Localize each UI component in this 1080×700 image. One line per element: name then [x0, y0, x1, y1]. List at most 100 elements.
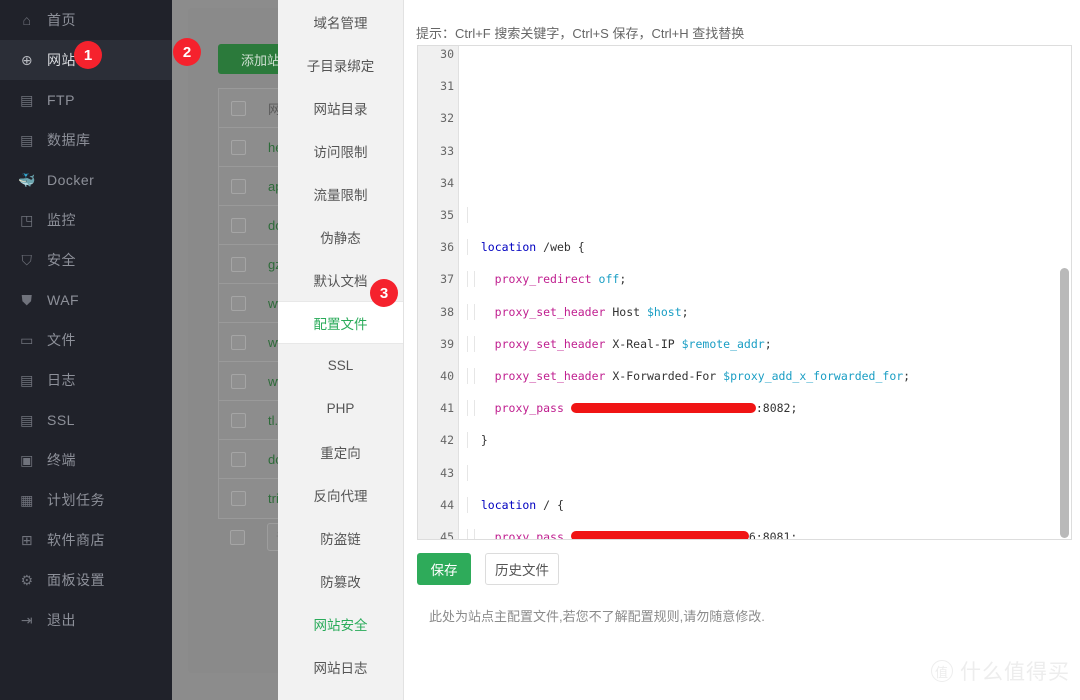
- code-token: off: [599, 272, 620, 286]
- indent-space: [474, 498, 481, 512]
- sidebar-item-9[interactable]: ▤日志: [0, 360, 172, 400]
- submenu-item-3[interactable]: 访问限制: [278, 129, 403, 172]
- indent-guide: [467, 497, 474, 513]
- sidebar-item-label: 文件: [47, 330, 76, 350]
- sidebar-item-15[interactable]: ⇥退出: [0, 600, 172, 640]
- watermark: 值 什么值得买: [931, 656, 1070, 686]
- code-token: proxy_set_header: [495, 337, 613, 351]
- submenu-item-label: 流量限制: [314, 184, 368, 204]
- line-number: 36: [418, 239, 454, 255]
- row-checkbox[interactable]: [231, 140, 246, 155]
- indent-space: [481, 530, 495, 540]
- submenu-item-7[interactable]: 配置文件: [278, 301, 403, 344]
- sidebar-item-label: 首页: [47, 10, 76, 30]
- submenu-item-8[interactable]: SSL: [278, 344, 403, 387]
- editor-vertical-scrollbar[interactable]: [1060, 268, 1069, 538]
- submenu-item-9[interactable]: PHP: [278, 387, 403, 430]
- code-line: 45 proxy_pass 6:8081;: [418, 529, 1071, 540]
- submenu-item-4[interactable]: 流量限制: [278, 172, 403, 215]
- submenu-item-13[interactable]: 防篡改: [278, 559, 403, 602]
- sidebar-item-4[interactable]: 🐳Docker: [0, 160, 172, 200]
- line-content: [467, 465, 481, 481]
- indent-guide: [467, 239, 474, 255]
- editor-action-buttons: 保存 历史文件: [417, 553, 559, 585]
- code-line: 38 proxy_set_header Host $host;: [418, 304, 1071, 320]
- sidebar-item-7[interactable]: ⛊ WAF: [0, 280, 172, 320]
- sidebar-item-14[interactable]: ⚙面板设置: [0, 560, 172, 600]
- code-line: 32: [418, 110, 1071, 126]
- sidebar-item-2[interactable]: ▤FTP: [0, 80, 172, 120]
- submenu-item-15[interactable]: 网站日志: [278, 645, 403, 688]
- sidebar-item-8[interactable]: ▭文件: [0, 320, 172, 360]
- sidebar-item-5[interactable]: ◳监控: [0, 200, 172, 240]
- gear-icon: ⚙: [18, 571, 36, 589]
- indent-guide: [474, 304, 481, 320]
- watermark-logo-icon: 值: [931, 660, 953, 682]
- indent-guide: [474, 400, 481, 416]
- submenu-item-14[interactable]: 网站安全: [278, 602, 403, 645]
- sidebar-item-12[interactable]: ▦计划任务: [0, 480, 172, 520]
- submenu-item-1[interactable]: 子目录绑定: [278, 43, 403, 86]
- config-warning-note: 此处为站点主配置文件,若您不了解配置规则,请勿随意修改.: [429, 606, 765, 625]
- row-checkbox[interactable]: [231, 452, 246, 467]
- code-token: location: [481, 498, 543, 512]
- row-checkbox[interactable]: [231, 413, 246, 428]
- sidebar-item-10[interactable]: ▤SSL: [0, 400, 172, 440]
- sidebar-item-6[interactable]: ⛉安全: [0, 240, 172, 280]
- apps-icon: ⊞: [18, 531, 36, 549]
- line-content: }: [467, 432, 488, 448]
- sidebar-item-13[interactable]: ⊞软件商店: [0, 520, 172, 560]
- row-checkbox[interactable]: [231, 335, 246, 350]
- line-number: 31: [418, 78, 454, 94]
- history-file-button[interactable]: 历史文件: [485, 553, 559, 585]
- row-checkbox[interactable]: [231, 218, 246, 233]
- submenu-item-16[interactable]: 网站告警: [278, 688, 403, 700]
- row-checkbox[interactable]: [231, 296, 246, 311]
- line-number: 34: [418, 175, 454, 191]
- sidebar-item-label: 安全: [47, 250, 76, 270]
- sidebar-item-3[interactable]: ▤数据库: [0, 120, 172, 160]
- select-all-checkbox[interactable]: [230, 530, 245, 545]
- sidebar-item-label: 日志: [47, 370, 76, 390]
- database-icon: ▤: [18, 131, 36, 149]
- row-checkbox[interactable]: [231, 491, 246, 506]
- sidebar-item-label: WAF: [47, 292, 79, 308]
- server-icon: ▤: [18, 91, 36, 109]
- sidebar-item-0[interactable]: ⌂首页: [0, 0, 172, 40]
- line-number: 33: [418, 143, 454, 159]
- config-file-panel: 提示：Ctrl+F 搜索关键字，Ctrl+S 保存，Ctrl+H 查找替换 30…: [404, 0, 1080, 700]
- redacted-host: [571, 531, 749, 540]
- submenu-item-label: 反向代理: [314, 485, 368, 505]
- monitor-icon: ◳: [18, 211, 36, 229]
- code-token: :8082;: [756, 401, 798, 415]
- indent-guide: [467, 529, 474, 540]
- row-checkbox[interactable]: [231, 179, 246, 194]
- line-number: 45: [418, 529, 454, 540]
- watermark-text: 什么值得买: [960, 656, 1070, 686]
- submenu-item-2[interactable]: 网站目录: [278, 86, 403, 129]
- submenu-item-label: 网站安全: [314, 614, 368, 634]
- submenu-item-5[interactable]: 伪静态: [278, 215, 403, 258]
- submenu-item-11[interactable]: 反向代理: [278, 473, 403, 516]
- line-number: 32: [418, 110, 454, 126]
- row-checkbox[interactable]: [231, 374, 246, 389]
- code-token: ;: [619, 272, 626, 286]
- sidebar-item-label: SSL: [47, 412, 75, 428]
- save-button[interactable]: 保存: [417, 553, 471, 585]
- select-all-checkbox[interactable]: [231, 101, 246, 116]
- line-content: location /web {: [467, 239, 585, 255]
- submenu-item-0[interactable]: 域名管理: [278, 0, 403, 43]
- row-checkbox[interactable]: [231, 257, 246, 272]
- code-token: proxy_set_header: [495, 369, 613, 383]
- submenu-item-10[interactable]: 重定向: [278, 430, 403, 473]
- code-editor[interactable]: 303132333435 36 location /web {37 proxy_…: [417, 45, 1072, 540]
- submenu-item-12[interactable]: 防盗链: [278, 516, 403, 559]
- waf-shield-icon: ⛊: [18, 291, 36, 309]
- code-token: 6:8081;: [749, 530, 797, 540]
- submenu-item-label: 防篡改: [320, 571, 361, 591]
- indent-guide: [467, 271, 474, 287]
- code-token: /web {: [543, 240, 585, 254]
- sidebar-item-11[interactable]: ▣终端: [0, 440, 172, 480]
- indent-guide: [474, 529, 481, 540]
- calendar-icon: ▦: [18, 491, 36, 509]
